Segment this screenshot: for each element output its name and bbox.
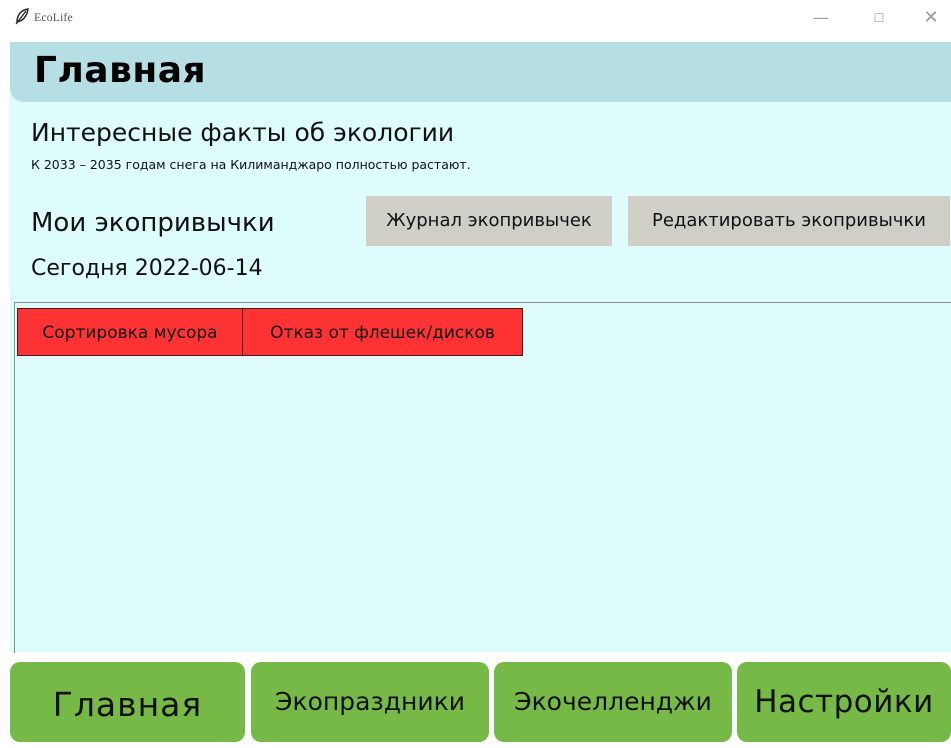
habits-journal-button[interactable]: Журнал экопривычек <box>366 196 612 246</box>
minimize-button[interactable]: — <box>806 6 836 30</box>
nav-eco-challenges-button[interactable]: Экочелленджи <box>494 662 732 742</box>
fact-text: К 2033 – 2035 годам снега на Килиманджар… <box>31 157 471 172</box>
today-date: Сегодня 2022-06-14 <box>31 256 263 281</box>
page-title: Главная <box>34 50 207 91</box>
habit-item[interactable]: Отказ от флешек/дисков <box>242 308 523 356</box>
leaf-icon <box>15 8 29 25</box>
close-button[interactable]: ✕ <box>916 6 946 30</box>
nav-eco-holidays-button[interactable]: Экопраздники <box>251 662 489 742</box>
habit-item[interactable]: Сортировка мусора <box>17 308 243 356</box>
maximize-button[interactable]: ☐ <box>864 6 894 30</box>
facts-title: Интересные факты об экологии <box>31 118 455 147</box>
nav-main-button[interactable]: Главная <box>10 662 245 742</box>
nav-settings-button[interactable]: Настройки <box>737 662 951 742</box>
edit-habits-button[interactable]: Редактировать экопривычки <box>628 196 950 246</box>
habits-title: Мои экопривычки <box>31 208 275 238</box>
window-title: EcoLife <box>34 10 73 24</box>
title-bar: EcoLife — ☐ ✕ <box>0 0 951 38</box>
